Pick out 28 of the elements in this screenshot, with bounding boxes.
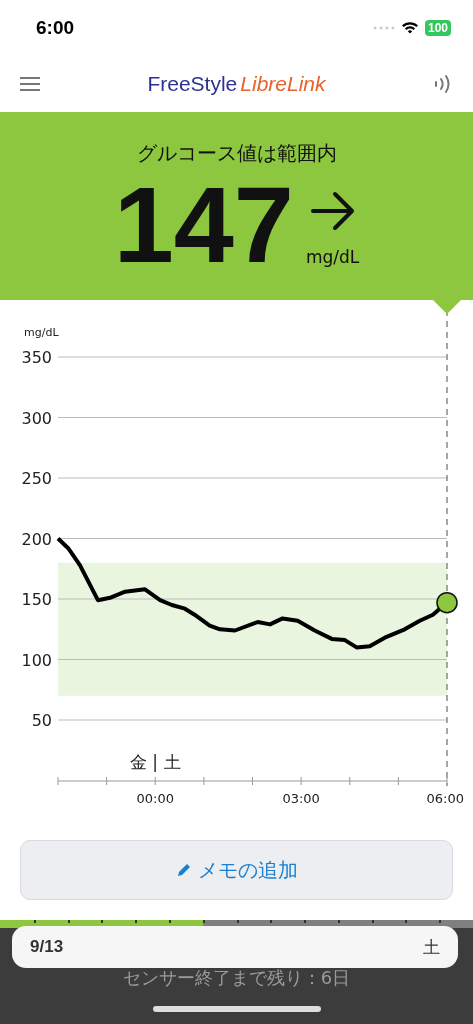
y-axis-label: 350 [21, 348, 52, 367]
logo-text: FreeStyle [147, 71, 238, 96]
x-axis-label: 06:00 [426, 791, 464, 806]
current-reading-dot [436, 591, 458, 614]
axis-unit-label: mg/dL [24, 326, 59, 339]
sensor-remaining-text: センサー終了まで残り：6日 [121, 966, 352, 990]
signal-icon [372, 25, 395, 30]
date-text: 9/13 [30, 937, 64, 957]
day-divider-label: 金 | 土 [130, 752, 181, 772]
glucose-value: 147 [113, 171, 294, 279]
wifi-icon [400, 21, 419, 34]
y-axis-label: 300 [21, 408, 52, 428]
logo-text: LibreLink [240, 71, 326, 96]
x-axis-label: 03:00 [282, 791, 320, 806]
weekday-text: 土 [423, 935, 440, 959]
y-axis-label: 150 [21, 590, 52, 609]
glucose-unit: mg/dL [305, 247, 360, 267]
y-axis-label: 50 [31, 711, 52, 730]
status-time: 6:00 [36, 16, 75, 39]
y-axis-label: 100 [21, 650, 52, 670]
battery-indicator: 100 [424, 19, 451, 36]
pencil-icon [175, 862, 192, 878]
glucose-status: グルコース値は範囲内 [136, 140, 337, 167]
x-axis-label: 00:00 [136, 791, 174, 806]
menu-icon[interactable] [20, 75, 40, 92]
y-axis-label: 200 [21, 529, 52, 549]
add-note-button[interactable]: メモの追加 [20, 840, 453, 900]
y-axis-label: 250 [21, 469, 52, 488]
